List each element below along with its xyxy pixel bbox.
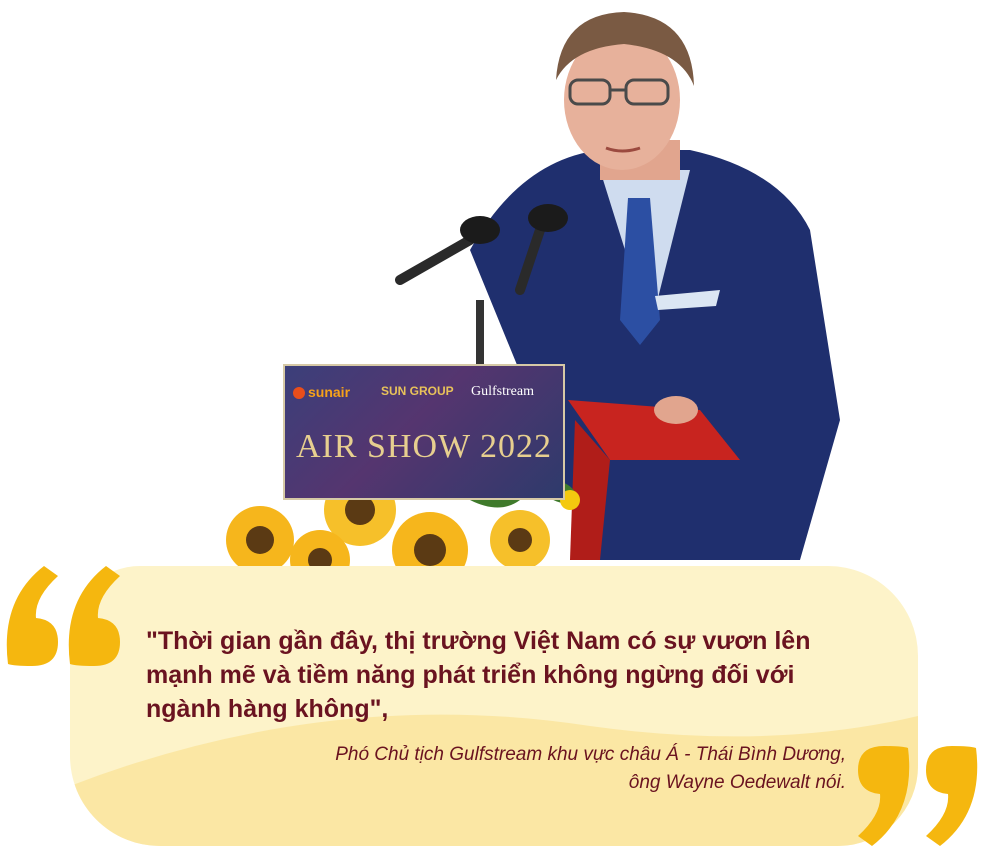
speaker-photo: sunair SUN GROUP Gulfstream AIR SHOW 202… [0, 0, 987, 600]
sunair-logo-icon [293, 387, 305, 399]
air-show-sign: sunair SUN GROUP Gulfstream AIR SHOW 202… [283, 364, 565, 500]
closing-quote-icon [858, 746, 978, 846]
quote-text: "Thời gian gần đây, thị trường Việt Nam … [146, 627, 811, 723]
attribution-line-2: ông Wayne Oedewalt nói. [628, 772, 846, 793]
sunair-logo: sunair [293, 384, 350, 400]
sign-title: AIR SHOW 2022 [295, 428, 553, 465]
sungroup-logo: SUN GROUP [381, 384, 454, 398]
attribution: Phó Chủ tịch Gulfstream khu vực châu Á -… [335, 741, 846, 797]
sponsor-logos: sunair SUN GROUP Gulfstream [285, 376, 563, 406]
attribution-line-1: Phó Chủ tịch Gulfstream khu vực châu Á -… [335, 744, 846, 765]
speaker-illustration [226, 12, 840, 590]
gulfstream-logo: Gulfstream [471, 384, 534, 399]
sunair-logo-text: sunair [308, 384, 351, 400]
opening-quote-icon [6, 566, 120, 666]
